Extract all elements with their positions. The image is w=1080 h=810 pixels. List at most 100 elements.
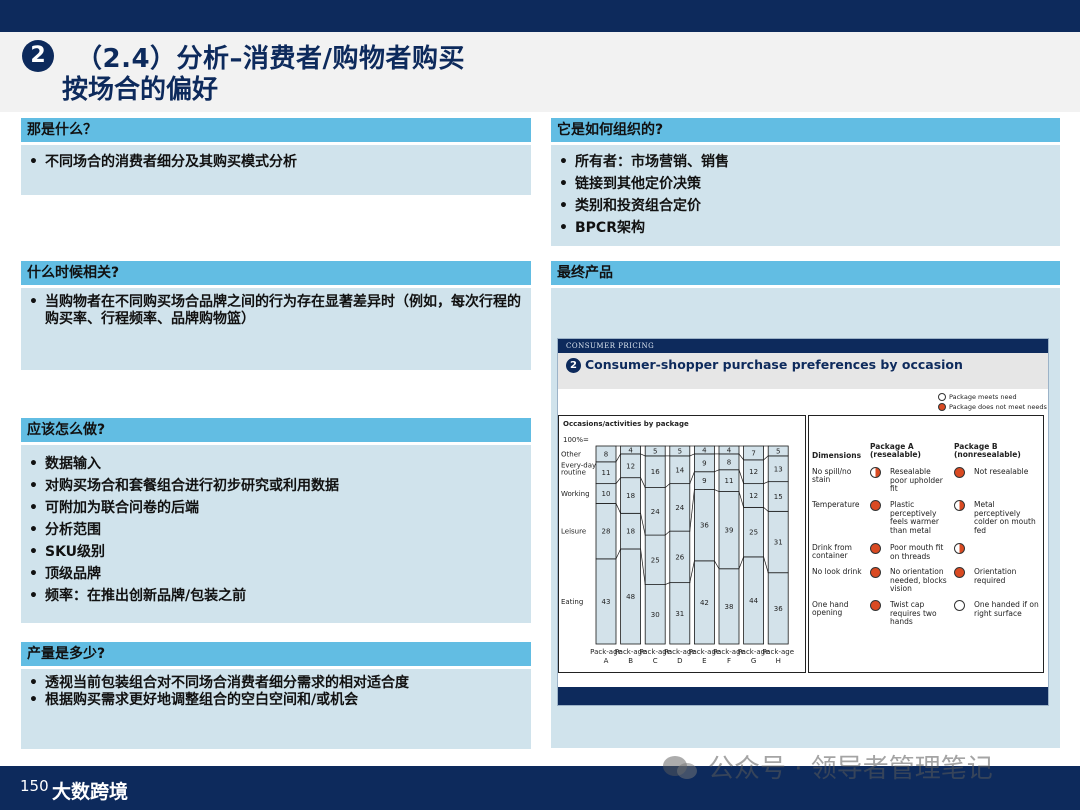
data-label: 13 [774,465,783,473]
data-label: 8 [604,450,608,458]
connector-line [763,556,769,573]
legend-label: Package meets need [949,393,1017,401]
connector-line [689,453,695,457]
data-label: 25 [749,529,758,537]
output-body: 透视当前包装组合对不同场合消费者细分需求的相对适合度根据购买需求更好地调整组合的… [21,669,531,749]
when-body: 当购物者在不同购买场合品牌之间的行为存在显著差异时（例如，每次行程的购买率、行程… [21,288,531,370]
package-b-note: Orientation required [974,567,1017,585]
package-b-rating-icon [954,543,965,554]
when-heading: 什么时候相关? [21,261,531,285]
series-label: Leisure [561,528,586,536]
data-label: 14 [675,466,684,474]
data-label: 18 [626,528,635,536]
title-number-badge: 2 [22,40,54,72]
connector-line [738,453,744,461]
connector-line [640,453,646,457]
empty-circle-icon [938,393,946,401]
package-a-note: Plastic perceptively feels warmer than m… [890,500,939,535]
data-label: 12 [626,462,635,470]
dimension-name: One hand opening [812,600,849,617]
category-label: G [751,657,756,665]
page-number: 150 [20,777,49,795]
how-organized-list: 所有者：市场营销、销售链接到其他定价决策类别和投资组合定价BPCR架构 [551,145,1060,239]
connector-line [689,489,695,532]
package-b-note: One handed if on right surface [974,600,1039,618]
data-label: 7 [751,449,755,457]
full-circle-icon [938,403,946,411]
how-organized-item: 类别和投资组合定价 [559,195,1060,217]
output-item: 根据购买需求更好地调整组合的空白空间和/或机会 [29,692,531,709]
data-label: 9 [702,459,706,467]
what-to-do-body: 数据输入对购买场合和套餐组合进行初步研究或利用数据可附加为联合问卷的后端分析范围… [21,445,531,623]
data-label: 12 [749,492,758,500]
package-b-rating-icon [954,467,965,478]
connector-line [615,477,621,484]
what-to-do-item: 顶级品牌 [29,563,531,585]
what-to-do-item: SKU级别 [29,541,531,563]
data-label: 36 [700,522,709,530]
output-list: 透视当前包装组合对不同场合消费者细分需求的相对适合度根据购买需求更好地调整组合的… [21,669,531,709]
figure-number-badge: 2 [566,358,581,373]
data-label: 28 [602,528,611,536]
package-a-rating-icon [870,467,881,478]
what-heading: 那是什么？ [21,118,531,142]
category-label: B [628,657,633,665]
package-b-header: Package B (nonresealable) [954,442,1021,459]
consumer-pricing-figure: CONSUMER PRICING 2 Consumer-shopper purc… [557,338,1049,706]
data-label: 48 [626,593,635,601]
connector-line [640,513,646,536]
data-label: 25 [651,556,660,564]
watermark-text: 公众号 · 领导者管理笔记 [708,754,993,784]
dimensions-header: Dimensions [812,451,862,460]
data-label: 24 [675,504,684,512]
package-b-rating-icon [954,567,965,578]
package-b-rating-icon [954,600,965,611]
data-label: 16 [651,468,660,476]
what-list: 不同场合的消费者细分及其购买模式分析 [21,145,531,173]
data-label: 18 [626,492,635,500]
output-item: 透视当前包装组合对不同场合消费者细分需求的相对适合度 [29,675,531,692]
data-label: 26 [675,553,684,561]
figure-footer-bar [558,687,1048,705]
data-label: 11 [725,477,734,485]
connector-line [615,548,621,560]
data-label: 31 [774,539,783,547]
connector-line [689,471,695,484]
what-to-do-heading: 应该怎么做? [21,418,531,442]
how-organized-item: 所有者：市场营销、销售 [559,151,1060,173]
data-label: 15 [774,493,783,501]
what-to-do-item: 分析范围 [29,519,531,541]
package-a-note: Poor mouth fit on threads [890,543,944,561]
what-to-do-item: 可附加为联合问卷的后端 [29,497,531,519]
figure-title: Consumer-shopper purchase preferences by… [585,357,963,372]
data-label: 38 [725,603,734,611]
what-to-do-item: 对购买场合和套餐组合进行初步研究或利用数据 [29,475,531,497]
what-body: 不同场合的消费者细分及其购买模式分析 [21,145,531,195]
data-label: 24 [651,508,660,516]
package-b-note: Metal perceptively colder on mouth fed [974,500,1036,535]
data-label: 10 [602,490,611,498]
data-label: 12 [749,468,758,476]
chart-ylabel: 100%= [563,436,589,444]
data-label: 31 [675,610,684,618]
package-a-header: Package A (resealable) [870,442,921,459]
category-label: E [702,657,706,665]
connector-line [640,548,646,585]
series-label: routine [561,469,586,477]
connector-line [664,483,671,488]
category-label: D [677,657,682,665]
output-heading: 产量是多少? [21,642,531,666]
series-label: Eating [561,598,583,606]
what-to-do-item: 数据输入 [29,453,531,475]
connector-line [615,453,621,463]
data-label: 8 [727,458,731,466]
page-title-line2: 按场合的偏好 [62,75,219,105]
data-label: 39 [725,527,734,535]
dimension-name: No look drink [812,567,862,576]
series-label: Other [561,450,581,458]
category-label: A [604,657,609,665]
connector-line [714,489,720,492]
category-label: F [727,657,731,665]
how-organized-item: BPCR架构 [559,217,1060,239]
package-b-note: Not resealable [974,467,1029,476]
